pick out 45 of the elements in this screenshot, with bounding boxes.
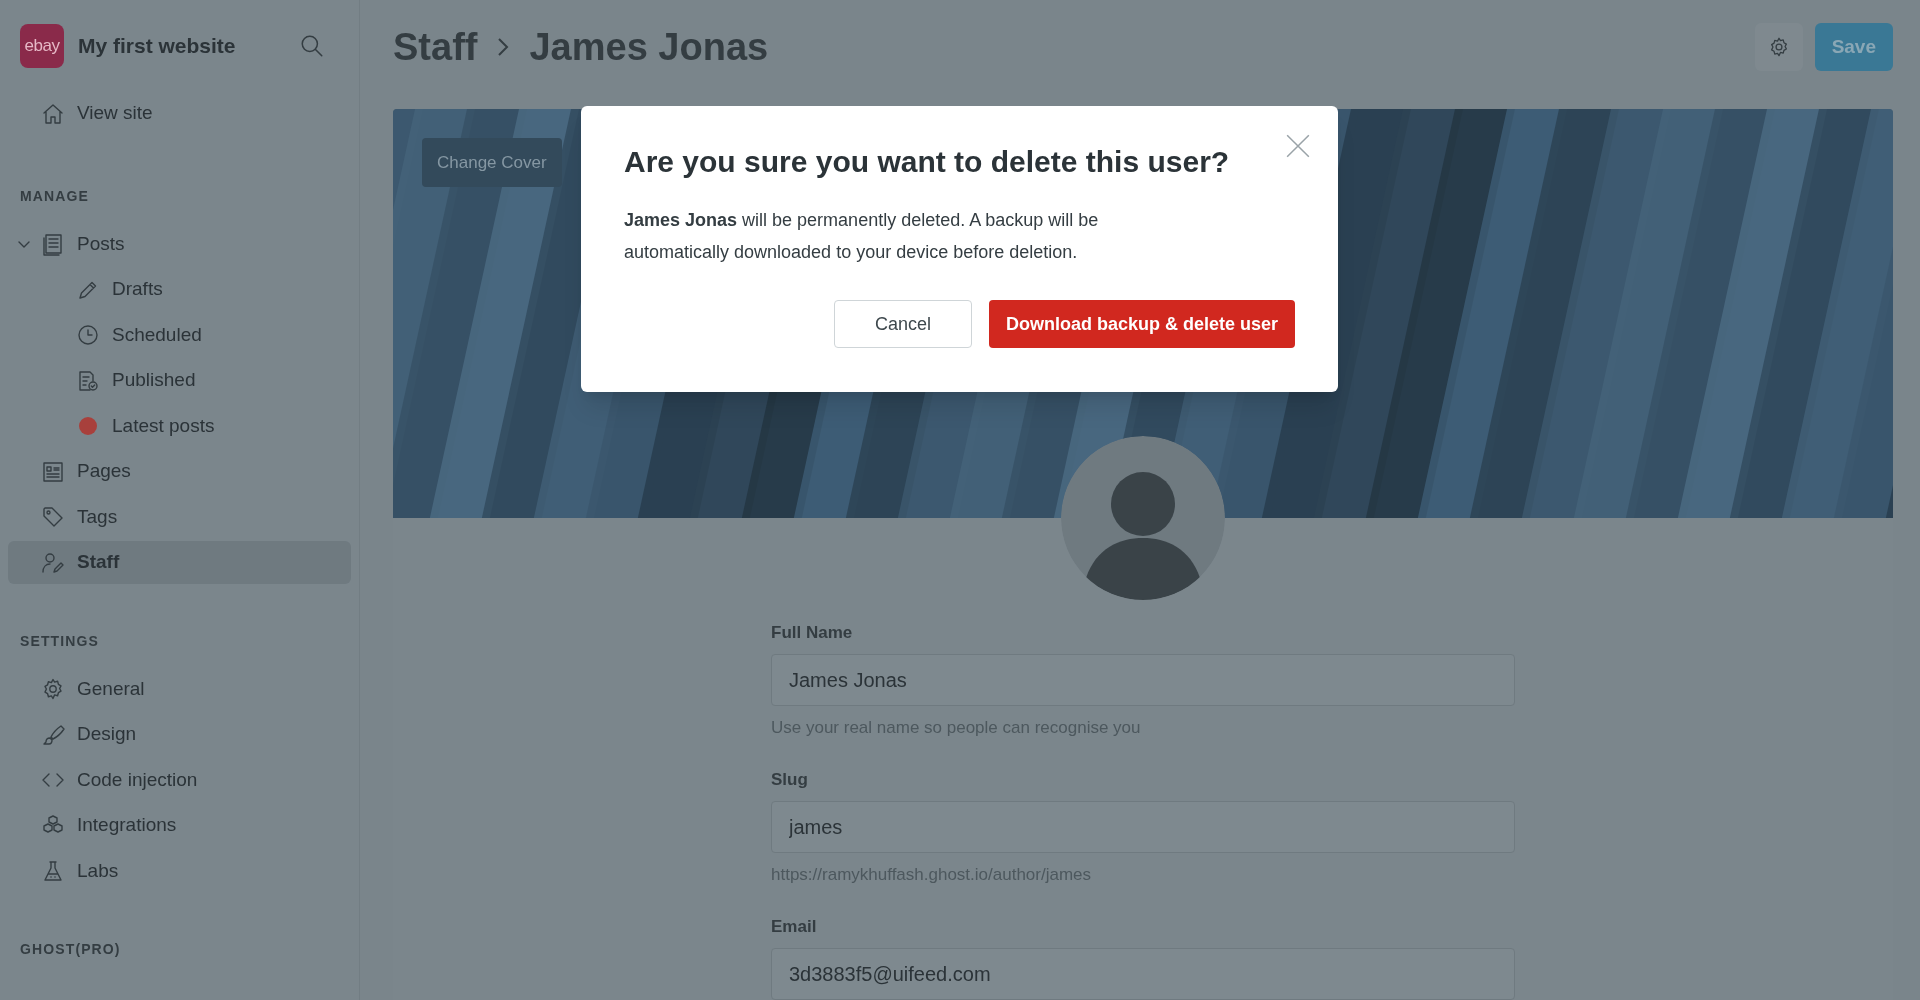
breadcrumb-item[interactable]: Staff <box>393 19 478 76</box>
change-cover-button[interactable]: Change Cover <box>422 137 562 187</box>
section-heading: SETTINGS <box>19 631 100 651</box>
clock-icon <box>76 323 100 347</box>
text-input[interactable]: james <box>771 801 1515 853</box>
document-icon <box>41 232 65 256</box>
sidebar-item[interactable]: General <box>8 667 351 711</box>
brush-icon <box>41 722 65 747</box>
sidebar-item[interactable]: Drafts <box>8 268 351 311</box>
section-heading: GHOST(PRO) <box>19 940 122 959</box>
person-pencil-icon <box>41 550 65 575</box>
sidebar-item[interactable]: Labs <box>8 849 351 893</box>
settings-button[interactable] <box>1754 23 1803 72</box>
sidebar-item[interactable]: Published <box>8 359 351 402</box>
sidebar-item[interactable]: Scheduled <box>8 313 351 357</box>
field-label: Slug <box>771 768 809 791</box>
breadcrumb-item: James Jonas <box>529 25 769 70</box>
text-input[interactable]: 3d3883f5@uifeed.com <box>771 948 1515 1000</box>
sidebar-item[interactable]: Integrations <box>8 804 351 847</box>
section-heading: MANAGE <box>19 186 90 206</box>
house-icon <box>41 101 65 126</box>
gear-icon <box>41 677 65 701</box>
sidebar-item[interactable]: Code injection <box>8 758 351 802</box>
sidebar-item[interactable]: Design <box>8 713 351 756</box>
sidebar-item[interactable]: Pages <box>8 450 351 493</box>
tag-icon <box>41 505 65 529</box>
save-button[interactable]: Save <box>1814 23 1893 72</box>
document-check-icon <box>76 368 100 393</box>
dialog-message: James Jonas will be permanently deleted. A backup will be automatically downloaded to your device before deletion. <box>624 209 1100 264</box>
flask-icon <box>41 859 65 883</box>
site-name: My first website <box>78 33 237 60</box>
sidebar-item[interactable]: Latest posts <box>8 404 351 448</box>
sidebar-item[interactable]: View site <box>8 92 351 135</box>
sidebar-item[interactable]: Tags <box>8 495 351 539</box>
search-icon[interactable] <box>299 33 325 59</box>
field-label: Email <box>771 915 818 938</box>
delete-user-button[interactable]: Download backup & delete user <box>988 300 1295 348</box>
cancel-button[interactable]: Cancel <box>833 300 972 348</box>
list-icon <box>41 459 65 484</box>
site-logo: ebay <box>20 24 64 68</box>
text-input[interactable]: James Jonas <box>771 654 1515 706</box>
sidebar-item[interactable]: Staff <box>8 541 351 584</box>
dialog-title: Are you sure you want to delete this user? <box>624 144 1231 180</box>
sidebar-item[interactable]: Posts <box>8 222 351 266</box>
field-label: Full Name <box>771 621 854 644</box>
